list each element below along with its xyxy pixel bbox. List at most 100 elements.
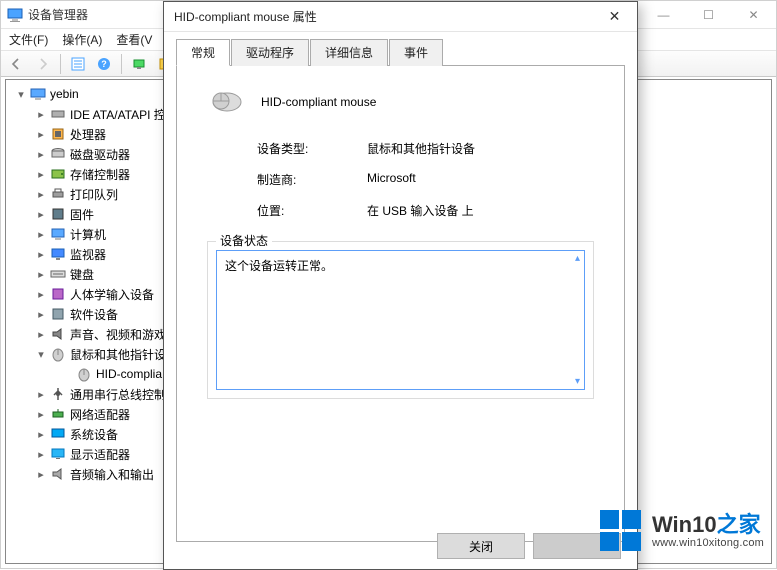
cpu-icon bbox=[50, 126, 66, 142]
tree-item-label: IDE ATA/ATAPI 控 bbox=[70, 106, 166, 123]
properties-icon[interactable] bbox=[66, 53, 90, 75]
chevron-right-icon[interactable]: ▸ bbox=[34, 148, 48, 161]
software-icon bbox=[50, 306, 66, 322]
audio-icon bbox=[50, 326, 66, 342]
minimize-button[interactable]: — bbox=[641, 1, 686, 29]
tree-item-label: 磁盘驱动器 bbox=[70, 146, 130, 163]
tree-item-label: HID-complia bbox=[96, 367, 162, 381]
keyboard-icon bbox=[50, 266, 66, 282]
chevron-right-icon[interactable]: ▸ bbox=[34, 408, 48, 421]
printer-icon bbox=[50, 186, 66, 202]
props-title: HID-compliant mouse 属性 bbox=[174, 8, 317, 25]
display-icon bbox=[50, 446, 66, 462]
chevron-right-icon[interactable]: ▸ bbox=[34, 168, 48, 181]
props-titlebar[interactable]: HID-compliant mouse 属性 ✕ bbox=[164, 2, 637, 32]
value-device-type: 鼠标和其他指针设备 bbox=[367, 140, 594, 157]
label-device-type: 设备类型: bbox=[257, 140, 367, 157]
chevron-right-icon[interactable]: ▸ bbox=[34, 108, 48, 121]
chevron-right-icon[interactable]: ▸ bbox=[34, 208, 48, 221]
dm-title: 设备管理器 bbox=[28, 6, 88, 23]
mouse-icon bbox=[207, 88, 243, 116]
tab-details[interactable]: 详细信息 bbox=[310, 39, 388, 66]
tree-item-label: 网络适配器 bbox=[70, 406, 130, 423]
watermark-brand: Win10之家 bbox=[652, 512, 764, 537]
chevron-right-icon[interactable]: ▸ bbox=[34, 448, 48, 461]
tabstrip: 常规 驱动程序 详细信息 事件 bbox=[176, 38, 625, 66]
scroll-down-icon[interactable]: ▾ bbox=[575, 376, 580, 387]
menu-action[interactable]: 操作(A) bbox=[60, 31, 104, 48]
menu-file[interactable]: 文件(F) bbox=[7, 31, 50, 48]
tab-panel-general: HID-compliant mouse 设备类型: 鼠标和其他指针设备 制造商:… bbox=[176, 66, 625, 542]
device-info: 设备类型: 鼠标和其他指针设备 制造商: Microsoft 位置: 在 USB… bbox=[257, 140, 594, 219]
ide-icon bbox=[50, 106, 66, 122]
tree-item-label: 鼠标和其他指针设 bbox=[70, 346, 166, 363]
computer-icon bbox=[30, 86, 46, 102]
properties-dialog: HID-compliant mouse 属性 ✕ 常规 驱动程序 详细信息 事件… bbox=[163, 1, 638, 570]
chevron-right-icon[interactable]: ▸ bbox=[34, 268, 48, 281]
disk-icon bbox=[50, 146, 66, 162]
dm-window-controls: — ☐ ✕ bbox=[641, 1, 776, 29]
back-button[interactable] bbox=[5, 53, 29, 75]
chevron-right-icon[interactable]: ▸ bbox=[34, 228, 48, 241]
label-manufacturer: 制造商: bbox=[257, 171, 367, 188]
chevron-down-icon[interactable]: ▾ bbox=[34, 348, 48, 361]
chevron-right-icon[interactable]: ▸ bbox=[34, 328, 48, 341]
group-label: 设备状态 bbox=[216, 232, 272, 249]
maximize-button[interactable]: ☐ bbox=[686, 1, 731, 29]
tree-root-label: yebin bbox=[50, 87, 79, 101]
close-button[interactable]: ✕ bbox=[592, 3, 637, 31]
mouse-icon bbox=[50, 346, 66, 362]
hid-icon bbox=[50, 286, 66, 302]
toolbar-divider bbox=[60, 54, 61, 74]
firmware-icon bbox=[50, 206, 66, 222]
mouse-icon bbox=[76, 366, 92, 382]
device-name: HID-compliant mouse bbox=[261, 95, 376, 109]
windows-logo-icon bbox=[600, 510, 642, 552]
tree-item-label: 存储控制器 bbox=[70, 166, 130, 183]
chevron-right-icon[interactable]: ▸ bbox=[34, 428, 48, 441]
chevron-right-icon[interactable]: ▸ bbox=[34, 248, 48, 261]
value-location: 在 USB 输入设备 上 bbox=[367, 202, 594, 219]
usb-icon bbox=[50, 386, 66, 402]
toolbar-divider bbox=[121, 54, 122, 74]
tab-driver[interactable]: 驱动程序 bbox=[231, 39, 309, 66]
tree-item-label: 键盘 bbox=[70, 266, 94, 283]
monitor-icon bbox=[50, 246, 66, 262]
chevron-right-icon[interactable]: ▸ bbox=[34, 388, 48, 401]
chevron-right-icon[interactable]: ▸ bbox=[34, 288, 48, 301]
device-header: HID-compliant mouse bbox=[207, 88, 594, 116]
svg-text:?: ? bbox=[101, 59, 107, 69]
tree-item-label: 计算机 bbox=[70, 226, 106, 243]
tree-item-label: 监视器 bbox=[70, 246, 106, 263]
props-body: 常规 驱动程序 详细信息 事件 HID-compliant mouse 设备类型… bbox=[176, 38, 625, 542]
watermark-url: www.win10xitong.com bbox=[652, 537, 764, 550]
status-text-content: 这个设备运转正常。 bbox=[225, 259, 333, 273]
chevron-right-icon[interactable]: ▸ bbox=[34, 188, 48, 201]
tree-item-label: 音频输入和输出 bbox=[70, 466, 154, 483]
scroll-up-icon[interactable]: ▴ bbox=[575, 253, 580, 264]
tree-item-label: 人体学输入设备 bbox=[70, 286, 154, 303]
close-button[interactable]: ✕ bbox=[731, 1, 776, 29]
scan-icon[interactable] bbox=[127, 53, 151, 75]
dialog-buttons: 关闭 bbox=[437, 533, 621, 559]
help-icon[interactable]: ? bbox=[92, 53, 116, 75]
close-dialog-button[interactable]: 关闭 bbox=[437, 533, 525, 559]
chevron-right-icon[interactable]: ▸ bbox=[34, 468, 48, 481]
chevron-right-icon[interactable]: ▸ bbox=[34, 308, 48, 321]
tree-item-label: 固件 bbox=[70, 206, 94, 223]
tree-item-label: 处理器 bbox=[70, 126, 106, 143]
tree-item-label: 打印队列 bbox=[70, 186, 118, 203]
device-status-group: 设备状态 这个设备运转正常。 ▴ ▾ bbox=[207, 241, 594, 399]
forward-button[interactable] bbox=[31, 53, 55, 75]
audioio-icon bbox=[50, 466, 66, 482]
value-manufacturer: Microsoft bbox=[367, 171, 594, 188]
tree-item-label: 声音、视频和游戏 bbox=[70, 326, 166, 343]
chevron-right-icon[interactable]: ▸ bbox=[34, 128, 48, 141]
label-location: 位置: bbox=[257, 202, 367, 219]
menu-view[interactable]: 查看(V bbox=[114, 31, 154, 48]
tab-general[interactable]: 常规 bbox=[176, 39, 230, 66]
tree-item-label: 通用串行总线控制 bbox=[70, 386, 166, 403]
device-status-text[interactable]: 这个设备运转正常。 ▴ ▾ bbox=[216, 250, 585, 390]
tab-events[interactable]: 事件 bbox=[389, 39, 443, 66]
chevron-down-icon[interactable]: ▾ bbox=[14, 88, 28, 101]
